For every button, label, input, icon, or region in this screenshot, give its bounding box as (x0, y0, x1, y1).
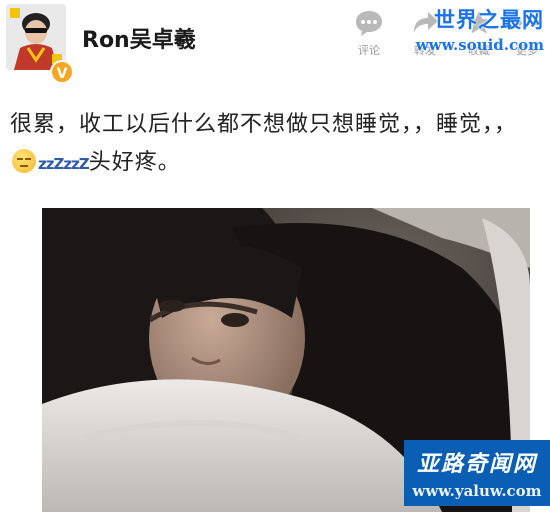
post-text: 很累，收工以后什么都不想做只想睡觉，，睡觉，， zzZzzZ头好疼。 (10, 106, 540, 183)
watermark-bottom-url: www.yaluw.com (412, 482, 542, 500)
watermark-top-url: www.souid.com (415, 36, 544, 54)
watermark-top: 世界之最网 www.souid.com (416, 4, 544, 54)
sleepy-face-emoji-icon (12, 149, 36, 173)
comment-button[interactable]: 评论 (344, 8, 394, 58)
comment-icon (356, 11, 382, 36)
watermark-bottom-title: 亚路奇闻网 (416, 451, 537, 477)
watermark-top-title: 世界之最网 (434, 7, 544, 32)
watermark-bottom: 亚路奇闻网 www.yaluw.com (404, 440, 550, 506)
post-text-part-1: 很累，收工以后什么都不想做只想睡觉，，睡觉，， (10, 112, 518, 137)
zzz-icon: zzZ (38, 155, 64, 173)
comment-label: 评论 (358, 44, 380, 57)
post-header: V Ron吴卓羲 评论 转发 收藏 更多 世界之最网 www.souid.com (0, 0, 550, 88)
zzz-icon-2: zzZ (63, 155, 89, 173)
username[interactable]: Ron吴卓羲 (82, 22, 196, 54)
post-text-part-2: 头好疼。 (88, 150, 181, 175)
verified-badge: V (50, 60, 74, 84)
